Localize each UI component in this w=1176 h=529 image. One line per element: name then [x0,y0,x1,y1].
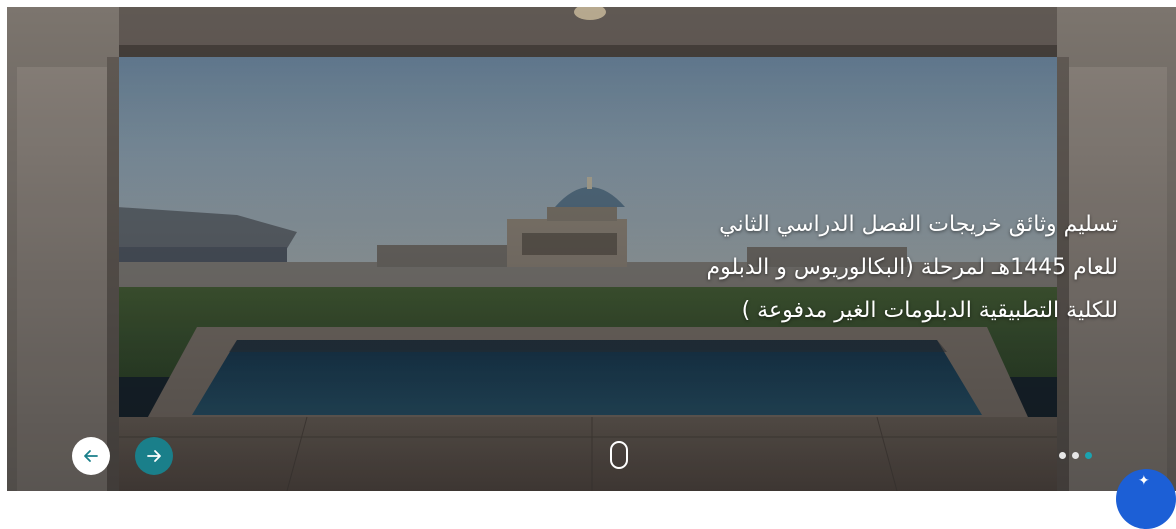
arrow-right-icon [147,450,161,462]
caption-line-2: للعام 1445هـ لمرحلة (البكالوريوس و الدبل… [706,255,1119,280]
next-slide-button[interactable] [135,437,173,475]
pagination-dot[interactable] [1072,452,1079,459]
pagination-dot-active[interactable] [1085,452,1092,459]
accessibility-icon: ✦ [1138,473,1150,489]
floating-action-button[interactable]: ✦ [1116,469,1176,529]
hero-slider: تسليم وثائق خريجات الفصل الدراسي الثاني … [7,7,1176,491]
slider-pagination [1059,452,1092,459]
caption-line-3: للكلية التطبيقية الدبلومات الغير مدفوعة … [741,298,1118,323]
pagination-dot[interactable] [1059,452,1066,459]
arrow-left-icon [84,450,98,462]
slide-caption: تسليم وثائق خريجات الفصل الدراسي الثاني … [558,203,1119,332]
caption-line-1: تسليم وثائق خريجات الفصل الدراسي الثاني [719,212,1118,237]
mouse-scroll-icon[interactable] [610,441,628,469]
previous-slide-button[interactable] [72,437,110,475]
